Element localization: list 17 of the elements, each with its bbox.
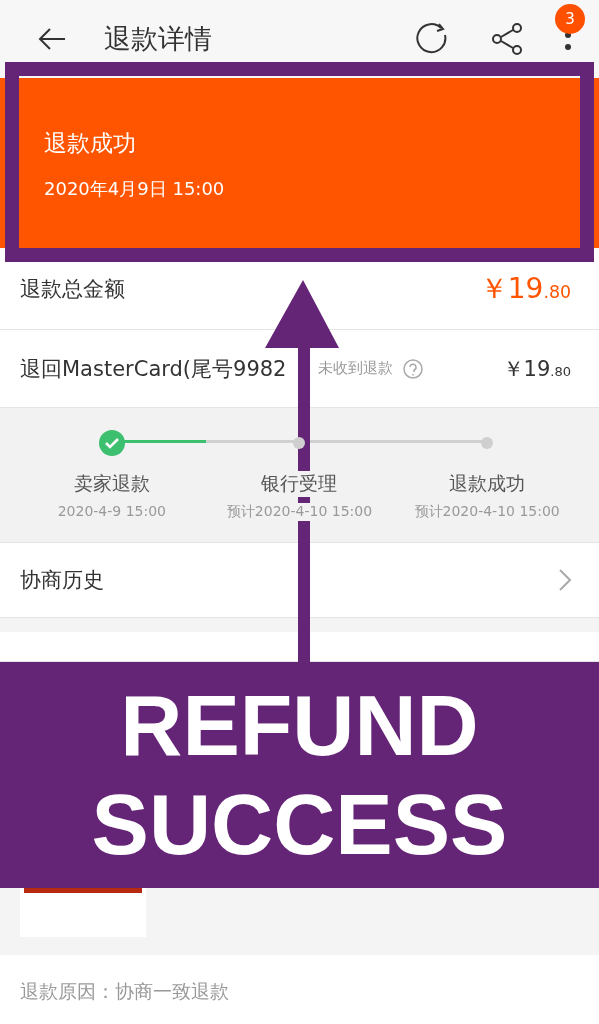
step-time: 2020-4-9 15:00 <box>57 503 166 519</box>
step-time: 预计2020-4-10 15:00 <box>414 503 560 521</box>
step-label: 银行受理 <box>261 471 338 497</box>
card-label: 退回MasterCard(尾号9982 <box>20 355 287 383</box>
caption-text: REFUND <box>120 676 479 775</box>
total-label: 退款总金额 <box>20 275 125 303</box>
refund-amount: ￥19.80 <box>502 355 571 383</box>
page-title: 退款详情 <box>104 22 213 56</box>
refund-amount: ￥19.80 <box>479 270 571 307</box>
notification-badge: 3 <box>555 4 585 34</box>
chevron-icon <box>559 569 571 591</box>
caption-text: SUCCESS <box>91 775 508 874</box>
status-time: 2020年4月9日 15:00 <box>44 177 226 201</box>
step-time: 预计2020-4-10 15:00 <box>226 503 373 521</box>
history-row[interactable]: 协商历史 <box>0 543 599 618</box>
refund-reason: 退款原因：协商一致退款 <box>20 979 230 1004</box>
status-title: 退款成功 <box>44 129 137 158</box>
